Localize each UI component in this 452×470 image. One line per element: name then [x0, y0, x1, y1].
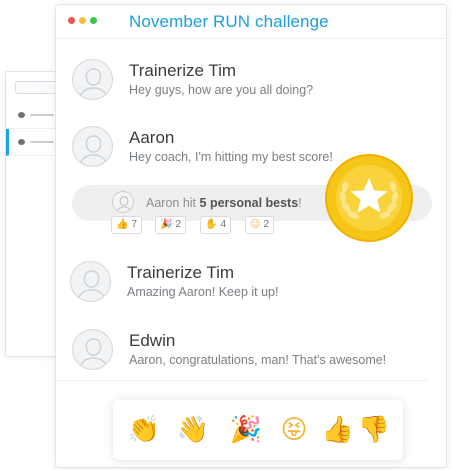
achievement-text: Aaron hit 5 personal bests! [146, 196, 302, 210]
message-item: Trainerize Tim Hey guys, how are you all… [72, 59, 432, 109]
message-sender: Aaron [129, 128, 175, 147]
message-sender: Edwin [129, 331, 176, 350]
reaction-thumbs-up[interactable]: 👍 7 [111, 216, 143, 234]
avatar[interactable] [72, 126, 113, 167]
sidebar-item-icon [18, 112, 25, 118]
thumbs-up-icon: 👍 [116, 219, 129, 230]
user-silhouette-icon [79, 135, 108, 166]
sidebar-search-input[interactable] [15, 81, 59, 94]
user-silhouette-icon [79, 338, 108, 369]
title-bar: November RUN challenge [56, 5, 446, 39]
message-item: Edwin Aaron, congratulations, man! That'… [72, 329, 432, 379]
user-silhouette-icon [79, 68, 108, 99]
sidebar-item-selected[interactable] [6, 129, 58, 156]
avatar [112, 191, 134, 213]
tongue-face-icon[interactable]: 😝 [277, 412, 311, 448]
sidebar-item-icon [18, 139, 25, 145]
reaction-party-popper[interactable]: 🎉 2 [155, 216, 187, 234]
gold-medal-icon [324, 153, 414, 243]
minimize-window-button[interactable] [79, 17, 86, 24]
party-popper-icon[interactable]: 🎉 [229, 412, 263, 448]
waving-hand-icon[interactable]: 👋 [176, 412, 210, 448]
sidebar-item-placeholder [30, 114, 54, 116]
emoji-picker-bar: 👏 👋 🎉 😝 👍 👎 [113, 400, 403, 460]
close-window-button[interactable] [68, 17, 75, 24]
divider [56, 380, 428, 381]
message-text: Aaron, congratulations, man! That's awes… [129, 353, 387, 367]
avatar[interactable] [72, 59, 113, 100]
avatar[interactable] [72, 329, 113, 370]
clapping-hands-icon[interactable]: 👏 [127, 412, 161, 448]
reaction-medal-face[interactable]: ☺ 2 [245, 216, 274, 234]
thumbs-up-icon[interactable]: 👍 [321, 412, 355, 448]
user-silhouette-icon [77, 270, 106, 301]
medal-face-icon: ☺ [250, 219, 261, 230]
waving-hand-icon: ✋ [205, 219, 218, 230]
message-text: Amazing Aaron! Keep it up! [127, 285, 279, 299]
background-sidebar-window [5, 71, 59, 357]
message-sender: Trainerize Tim [127, 263, 235, 282]
message-text: Hey coach, I'm hitting my best score! [129, 150, 333, 164]
party-popper-icon: 🎉 [160, 219, 173, 230]
message-item: Trainerize Tim Amazing Aaron! Keep it up… [70, 261, 430, 311]
reaction-waving-hand[interactable]: ✋ 4 [200, 216, 232, 234]
maximize-window-button[interactable] [90, 17, 97, 24]
chat-title: November RUN challenge [129, 12, 329, 31]
message-sender: Trainerize Tim [129, 61, 237, 80]
message-text: Hey guys, how are you all doing? [129, 83, 314, 97]
sidebar-item[interactable] [6, 102, 58, 129]
thumbs-down-icon[interactable]: 👎 [357, 412, 391, 448]
avatar[interactable] [70, 261, 111, 302]
sidebar-item-placeholder [30, 141, 54, 143]
user-silhouette-icon [116, 196, 132, 212]
